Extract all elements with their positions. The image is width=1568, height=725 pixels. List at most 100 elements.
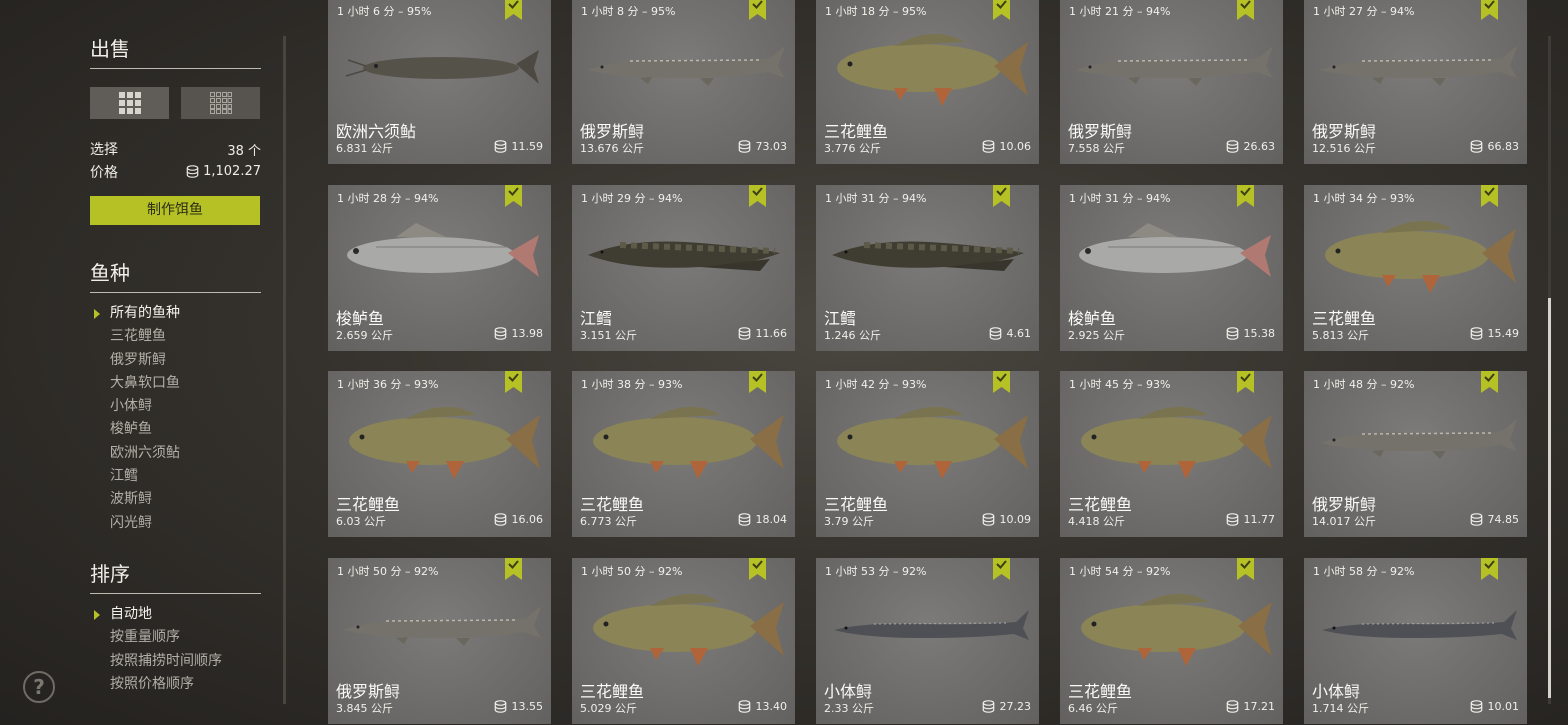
selected-check-icon[interactable] [505, 185, 522, 207]
fish-price-value: 11.77 [1243, 513, 1276, 526]
selected-check-icon[interactable] [1481, 185, 1498, 207]
list-item-label: 闪光鲟 [110, 514, 152, 531]
catch-time: 1 小时 42 分 – 93% [825, 378, 927, 391]
fish-card[interactable]: 1 小时 27 分 – 94% 俄罗斯鲟 12.516 公斤 66.83 [1304, 0, 1527, 164]
fish-card[interactable]: 1 小时 54 分 – 92% 三花鲤鱼 6.46 公斤 17.21 [1060, 558, 1283, 724]
fish-card[interactable]: 1 小时 50 分 – 92% 三花鲤鱼 5.029 公斤 13.40 [572, 558, 795, 724]
fish-image [1322, 610, 1517, 640]
sort-option-item[interactable]: 按照捕捞时间顺序 [90, 650, 222, 673]
selected-check-icon[interactable] [505, 558, 522, 580]
fish-weight: 5.813 公斤 [1312, 329, 1369, 342]
fish-image [593, 593, 784, 666]
catch-time: 1 小时 27 分 – 94% [1313, 5, 1415, 18]
species-filter-item[interactable]: 江鳕 [90, 465, 180, 488]
species-filter-item[interactable]: 所有的鱼种 [90, 302, 180, 325]
species-filter-item[interactable]: 波斯鲟 [90, 488, 180, 511]
fish-price: 11.59 [494, 140, 543, 153]
sort-option-list: 自动地按重量顺序按照捕捞时间顺序 按照价格顺序 [90, 603, 222, 696]
catch-time: 1 小时 50 分 – 92% [581, 565, 683, 578]
fish-name: 三花鲤鱼 [1068, 682, 1133, 701]
selected-check-icon[interactable] [749, 185, 766, 207]
small-grid-view-button[interactable] [181, 87, 260, 119]
selected-check-icon[interactable] [749, 0, 766, 20]
total-price-value: 1,102.27 [203, 164, 261, 179]
fish-weight: 3.845 公斤 [336, 702, 393, 715]
list-item-label: 俄罗斯鲟 [110, 351, 166, 368]
fish-name: 三花鲤鱼 [580, 682, 645, 701]
species-filter-item[interactable]: 俄罗斯鲟 [90, 349, 180, 372]
price-label: 价格 [90, 165, 118, 181]
selected-check-icon[interactable] [1481, 0, 1498, 20]
selected-check-icon[interactable] [993, 558, 1010, 580]
list-item-label: 所有的鱼种 [110, 305, 180, 321]
fish-card[interactable]: 1 小时 31 分 – 94% 江鳕 1.246 公斤 4.61 [816, 185, 1039, 351]
fish-price-value: 74.85 [1487, 513, 1520, 526]
fish-card[interactable]: 1 小时 6 分 – 95% 欧洲六须鲇 6.831 公斤 11.59 [328, 0, 551, 164]
species-filter-item[interactable]: 大鼻软口鱼 [90, 372, 180, 395]
fish-card[interactable]: 1 小时 28 分 – 94% 梭鲈鱼 2.659 公斤 13.98 [328, 185, 551, 351]
fish-card[interactable]: 1 小时 38 分 – 93% 三花鲤鱼 6.773 公斤 18.04 [572, 371, 795, 537]
fish-card[interactable]: 1 小时 58 分 – 92% 小体鲟 1.714 公斤 10.01 [1304, 558, 1527, 724]
fish-price: 73.03 [738, 140, 787, 153]
sell-title: 出售 [90, 37, 130, 61]
selected-check-icon[interactable] [749, 371, 766, 393]
sidebar-scrollbar[interactable] [283, 36, 286, 704]
selected-check-icon[interactable] [505, 0, 522, 20]
fish-card[interactable]: 1 小时 50 分 – 92% 俄罗斯鲟 3.845 公斤 13.55 [328, 558, 551, 724]
selected-check-icon[interactable] [993, 0, 1010, 20]
fish-price-value: 13.40 [755, 700, 788, 713]
selected-check-icon[interactable] [1237, 371, 1254, 393]
selected-check-icon[interactable] [1481, 371, 1498, 393]
sort-option-item[interactable]: 自动地 [90, 603, 222, 626]
fish-price-value: 17.21 [1243, 700, 1276, 713]
grid-scrollbar-thumb[interactable] [1548, 298, 1551, 698]
catch-time: 1 小时 29 分 – 94% [581, 192, 683, 205]
fish-card[interactable]: 1 小时 29 分 – 94% 江鳕 3.151 公斤 11.66 [572, 185, 795, 351]
selected-check-icon[interactable] [1481, 558, 1498, 580]
coin-icon [494, 140, 506, 153]
fish-price: 11.66 [738, 327, 787, 340]
fish-card[interactable]: 1 小时 48 分 – 92% 俄罗斯鲟 14.017 公斤 74.85 [1304, 371, 1527, 537]
sort-title: 排序 [90, 562, 130, 586]
fish-name: 俄罗斯鲟 [1068, 122, 1133, 141]
question-icon: ? [33, 675, 45, 699]
fish-image [1320, 46, 1517, 86]
catch-time: 1 小时 48 分 – 92% [1313, 378, 1415, 391]
fish-weight: 12.516 公斤 [1312, 142, 1376, 155]
selected-check-icon[interactable] [1237, 558, 1254, 580]
species-filter-item[interactable]: 闪光鲟 [90, 512, 180, 535]
fish-card[interactable]: 1 小时 21 分 – 94% 俄罗斯鲟 7.558 公斤 26.63 [1060, 0, 1283, 164]
fish-price: 26.63 [1226, 140, 1275, 153]
species-filter-item[interactable]: 小体鲟 [90, 395, 180, 418]
selected-check-icon[interactable] [749, 558, 766, 580]
fish-price: 10.06 [982, 140, 1031, 153]
selected-check-icon[interactable] [1237, 0, 1254, 20]
fish-card[interactable]: 1 小时 8 分 – 95% 俄罗斯鲟 13.676 公斤 73.03 [572, 0, 795, 164]
selected-check-icon[interactable] [505, 371, 522, 393]
coin-icon [1470, 327, 1482, 340]
species-filter-item[interactable]: 梭鲈鱼 [90, 418, 180, 441]
large-grid-view-button[interactable] [90, 87, 169, 119]
list-item-label: 按重量顺序 [110, 629, 180, 646]
fish-image [1325, 220, 1516, 293]
fish-name: 三花鲤鱼 [1312, 309, 1377, 328]
sort-option-item[interactable]: 按重量顺序 [90, 626, 222, 649]
help-button[interactable]: ? [23, 671, 55, 703]
fish-card[interactable]: 1 小时 42 分 – 93% 三花鲤鱼 3.79 公斤 10.09 [816, 371, 1039, 537]
fish-price-value: 10.01 [1487, 700, 1520, 713]
fish-card[interactable]: 1 小时 45 分 – 93% 三花鲤鱼 4.418 公斤 11.77 [1060, 371, 1283, 537]
sort-option-item[interactable]: 按照价格顺序 [90, 673, 222, 696]
make-bait-button[interactable]: 制作饵鱼 [90, 196, 260, 225]
species-filter-item[interactable]: 三花鲤鱼 [90, 325, 180, 348]
selected-check-icon[interactable] [993, 185, 1010, 207]
fish-card[interactable]: 1 小时 53 分 – 92% 小体鲟 2.33 公斤 27.23 [816, 558, 1039, 724]
fish-card[interactable]: 1 小时 36 分 – 93% 三花鲤鱼 6.03 公斤 16.06 [328, 371, 551, 537]
select-count-value: 38 个 [227, 144, 261, 159]
fish-card[interactable]: 1 小时 31 分 – 94% 梭鲈鱼 2.925 公斤 15.38 [1060, 185, 1283, 351]
coin-icon [494, 700, 506, 713]
selected-check-icon[interactable] [1237, 185, 1254, 207]
selected-check-icon[interactable] [993, 371, 1010, 393]
fish-card[interactable]: 1 小时 34 分 – 93% 三花鲤鱼 5.813 公斤 15.49 [1304, 185, 1527, 351]
fish-card[interactable]: 1 小时 18 分 – 95% 三花鲤鱼 3.776 公斤 10.06 [816, 0, 1039, 164]
species-filter-item[interactable]: 欧洲六须鲇 [90, 442, 180, 465]
